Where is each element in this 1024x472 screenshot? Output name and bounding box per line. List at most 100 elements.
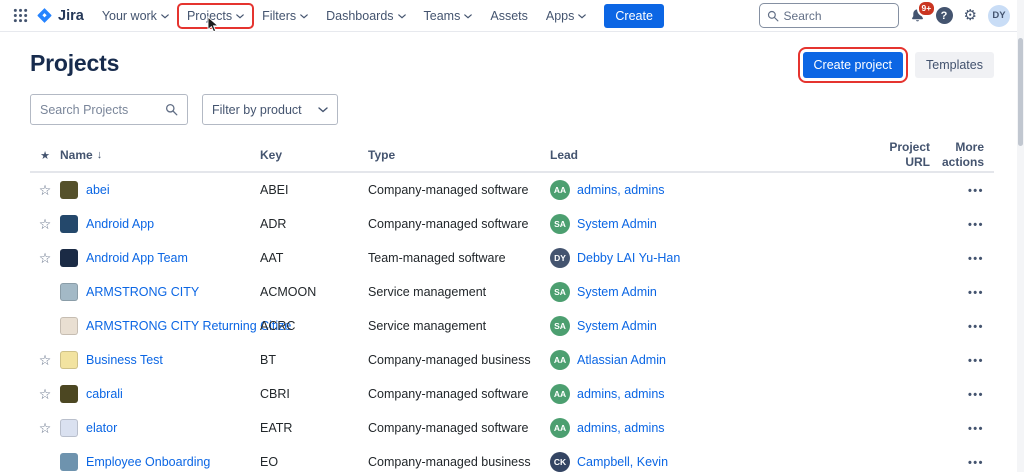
nav-item-filters[interactable]: Filters bbox=[254, 5, 316, 27]
star-cell: ☆ bbox=[30, 352, 60, 369]
lead-link[interactable]: admins, admins bbox=[577, 387, 665, 401]
project-key: ACRC bbox=[260, 319, 296, 333]
filter-by-product-select[interactable]: Filter by product bbox=[202, 94, 338, 125]
project-key: EO bbox=[260, 455, 279, 469]
star-icon[interactable]: ☆ bbox=[39, 352, 52, 369]
app-switcher-icon[interactable] bbox=[8, 4, 32, 28]
project-icon bbox=[60, 453, 78, 471]
star-cell: ☆ bbox=[30, 182, 60, 199]
lead-cell: SA System Admin bbox=[550, 316, 870, 336]
project-type: Service management bbox=[368, 285, 487, 299]
project-name-link[interactable]: elator bbox=[86, 421, 117, 435]
more-actions-button[interactable]: ••• bbox=[968, 389, 984, 401]
project-key: AAT bbox=[260, 251, 284, 265]
search-icon bbox=[767, 10, 779, 21]
nav-item-your-work[interactable]: Your work bbox=[94, 5, 177, 27]
more-actions-button[interactable]: ••• bbox=[968, 457, 984, 469]
more-cell: ••• bbox=[930, 419, 994, 437]
lead-link[interactable]: System Admin bbox=[577, 319, 657, 333]
create-button[interactable]: Create bbox=[604, 3, 664, 28]
star-cell: ☆ bbox=[30, 386, 60, 403]
projects-table: ★ Name ↓ Key Type Lead Project URL More … bbox=[30, 139, 994, 472]
user-avatar[interactable]: DY bbox=[988, 4, 1010, 27]
star-cell: ☆ bbox=[30, 454, 60, 471]
chevron-down-icon bbox=[318, 106, 328, 112]
global-search-input[interactable]: Search bbox=[758, 3, 899, 28]
help-button[interactable]: ? bbox=[935, 7, 953, 24]
project-name-link[interactable]: Business Test bbox=[86, 353, 163, 367]
more-actions-button[interactable]: ••• bbox=[968, 355, 984, 367]
nav-item-dashboards[interactable]: Dashboards bbox=[318, 5, 413, 27]
more-actions-button[interactable]: ••• bbox=[968, 321, 984, 333]
projects-toolbar: Search Projects Filter by product bbox=[30, 94, 994, 125]
project-name-link[interactable]: Android App Team bbox=[86, 251, 188, 265]
lead-link[interactable]: System Admin bbox=[577, 285, 657, 299]
templates-button[interactable]: Templates bbox=[915, 52, 994, 78]
project-name-link[interactable]: cabrali bbox=[86, 387, 123, 401]
more-actions-button[interactable]: ••• bbox=[968, 287, 984, 299]
more-cell: ••• bbox=[930, 215, 994, 233]
create-project-button[interactable]: Create project bbox=[797, 47, 908, 83]
project-name-link[interactable]: Android App bbox=[86, 217, 154, 231]
project-name-link[interactable]: ARMSTRONG CITY bbox=[86, 285, 199, 299]
project-name-link[interactable]: Employee Onboarding bbox=[86, 455, 210, 469]
name-cell: ARMSTRONG CITY bbox=[60, 283, 260, 301]
table-row: ☆ abei ABEI Company-managed software AA … bbox=[30, 173, 994, 207]
lead-link[interactable]: Debby LAI Yu-Han bbox=[577, 251, 680, 265]
name-cell: Business Test bbox=[60, 351, 260, 369]
project-icon bbox=[60, 181, 78, 199]
nav-item-projects[interactable]: Projects bbox=[176, 2, 255, 32]
more-actions-button[interactable]: ••• bbox=[968, 423, 984, 435]
star-icon[interactable]: ☆ bbox=[39, 250, 52, 267]
more-cell: ••• bbox=[930, 453, 994, 471]
more-actions-button[interactable]: ••• bbox=[968, 219, 984, 231]
notifications-button[interactable]: 9+ bbox=[910, 0, 937, 23]
lead-link[interactable]: admins, admins bbox=[577, 421, 665, 435]
project-key: CBRI bbox=[260, 387, 290, 401]
page-header-actions: Create project Templates bbox=[797, 47, 994, 83]
top-navigation-bar: Jira Your work Projects Filters Dashboards T… bbox=[0, 0, 1024, 32]
jira-logo[interactable]: Jira bbox=[34, 7, 92, 24]
chevron-down-icon bbox=[464, 13, 473, 19]
project-icon bbox=[60, 215, 78, 233]
star-icon[interactable]: ☆ bbox=[39, 386, 52, 403]
more-cell: ••• bbox=[930, 317, 994, 335]
lead-link[interactable]: Atlassian Admin bbox=[577, 353, 666, 367]
jira-logo-icon bbox=[37, 8, 52, 23]
name-cell: Android App bbox=[60, 215, 260, 233]
project-icon bbox=[60, 249, 78, 267]
type-column-header: Type bbox=[368, 148, 396, 162]
nav-item-assets[interactable]: Assets bbox=[482, 5, 536, 27]
star-icon[interactable]: ☆ bbox=[39, 182, 52, 199]
project-key: BT bbox=[260, 353, 276, 367]
star-icon[interactable]: ☆ bbox=[39, 420, 52, 437]
table-row: ☆ Android App Team AAT Team-managed soft… bbox=[30, 241, 994, 275]
lead-avatar: DY bbox=[550, 248, 570, 268]
lead-cell: SA System Admin bbox=[550, 282, 870, 302]
lead-cell: DY Debby LAI Yu-Han bbox=[550, 248, 870, 268]
nav-item-label: Teams bbox=[423, 8, 461, 23]
more-actions-button[interactable]: ••• bbox=[968, 185, 984, 197]
name-cell: Employee Onboarding bbox=[60, 453, 260, 471]
table-row: ☆ elator EATR Company-managed software A… bbox=[30, 411, 994, 445]
nav-item-apps[interactable]: Apps bbox=[538, 5, 595, 27]
star-icon[interactable]: ☆ bbox=[39, 216, 52, 233]
more-actions-button[interactable]: ••• bbox=[968, 253, 984, 265]
project-name-link[interactable]: abei bbox=[86, 183, 110, 197]
star-cell: ☆ bbox=[30, 250, 60, 267]
nav-item-teams[interactable]: Teams bbox=[416, 5, 481, 27]
lead-link[interactable]: Campbell, Kevin bbox=[577, 455, 668, 469]
name-column-header[interactable]: Name ↓ bbox=[60, 148, 260, 162]
lead-link[interactable]: admins, admins bbox=[577, 183, 665, 197]
project-icon bbox=[60, 385, 78, 403]
scrollbar-thumb[interactable] bbox=[1018, 38, 1023, 146]
star-header-icon: ★ bbox=[40, 149, 50, 162]
settings-button[interactable]: ⚙ bbox=[964, 8, 977, 23]
sort-descending-icon: ↓ bbox=[96, 149, 103, 161]
chevron-down-icon bbox=[236, 13, 244, 19]
table-row: ☆ ARMSTRONG CITY Returning Citize ACRC S… bbox=[30, 309, 994, 343]
lead-avatar: AA bbox=[550, 384, 570, 404]
search-projects-input[interactable]: Search Projects bbox=[30, 94, 188, 125]
lead-link[interactable]: System Admin bbox=[577, 217, 657, 231]
search-icon bbox=[165, 103, 178, 116]
